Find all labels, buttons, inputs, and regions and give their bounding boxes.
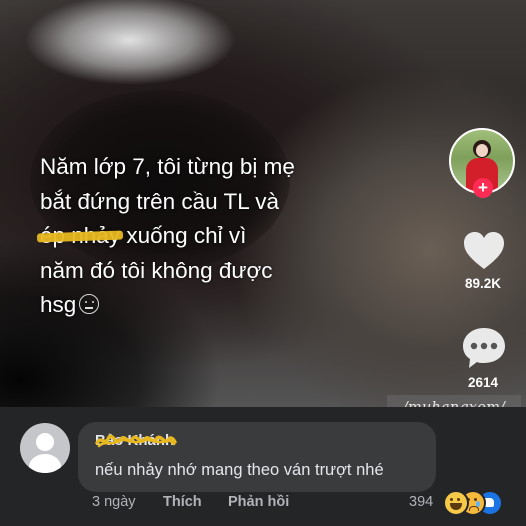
commenter-avatar[interactable] (20, 423, 70, 473)
avatar-head-icon (36, 433, 54, 451)
like-count: 89.2K (464, 276, 502, 291)
neutral-face-icon (79, 294, 100, 314)
haha-reaction-icon (443, 490, 469, 516)
comment-bubble: Bảo Khánh nếu nhảy nhớ mang theo ván trư… (78, 422, 436, 492)
comment-text: nếu nhảy nhớ mang theo ván trượt nhé (95, 461, 384, 479)
caption-struck-word: ép nhảy (40, 223, 121, 248)
caption-line-4: năm đó tôi không được (40, 257, 273, 283)
like-comment-button[interactable]: Thích (163, 494, 202, 510)
comment-section: Bảo Khánh nếu nhảy nhớ mang theo ván trư… (0, 407, 526, 526)
caption-line-5: hsg (40, 288, 370, 323)
screenshot-frame: Năm lớp 7, tôi từng bị mẹ bắt đứng trên … (0, 0, 526, 526)
caption-line-2: bắt đứng trên cầu TL và (40, 188, 279, 214)
caption-line-3-rest: xuống chỉ vì (120, 223, 247, 248)
video-player[interactable]: Năm lớp 7, tôi từng bị mẹ bắt đứng trên … (0, 0, 526, 407)
avatar-body-icon (29, 454, 61, 473)
heart-icon[interactable] (461, 228, 507, 274)
comment-icon[interactable] (460, 325, 508, 371)
caption-line-5-text: hsg (40, 292, 77, 317)
reply-button[interactable]: Phản hồi (228, 494, 289, 510)
video-caption: Năm lớp 7, tôi từng bị mẹ bắt đứng trên … (40, 150, 370, 323)
caption-struck-text: ép nhảy (40, 219, 120, 254)
comment-count: 2614 (467, 375, 499, 390)
caption-line-3: ép nhảy xuống chỉ vì (40, 219, 370, 254)
avatar-figure-face (476, 144, 488, 157)
follow-button[interactable]: + (473, 178, 493, 198)
reaction-icons[interactable] (443, 490, 513, 516)
name-redaction-scribble (95, 434, 177, 448)
reaction-count[interactable]: 394 (409, 494, 433, 510)
comment-time: 3 ngày (92, 494, 136, 510)
caption-line-1: Năm lớp 7, tôi từng bị mẹ (40, 154, 295, 179)
